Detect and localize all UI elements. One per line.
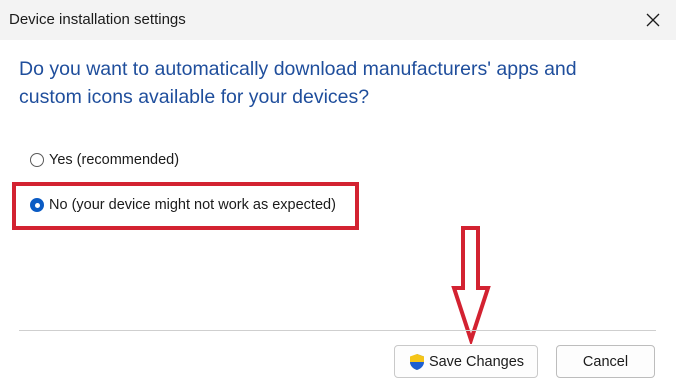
annotation-arrow-icon	[451, 226, 491, 344]
cancel-label: Cancel	[582, 353, 629, 370]
close-button[interactable]	[630, 0, 676, 40]
save-changes-button[interactable]: Save Changes	[394, 345, 538, 378]
footer-divider	[19, 330, 656, 331]
window-title: Device installation settings	[9, 11, 186, 28]
dialog-window: Device installation settings Do you want…	[0, 0, 676, 388]
dialog-question: Do you want to automatically download ma…	[19, 58, 577, 108]
title-bar: Device installation settings	[0, 0, 676, 40]
close-icon	[646, 13, 660, 27]
uac-shield-icon	[408, 353, 426, 371]
radio-yes[interactable]	[30, 153, 44, 167]
option-yes[interactable]: Yes (recommended)	[30, 150, 179, 170]
save-changes-label: Save Changes	[428, 353, 525, 370]
option-yes-label[interactable]: Yes (recommended)	[49, 152, 179, 168]
annotation-highlight-box	[12, 182, 359, 230]
cancel-button[interactable]: Cancel	[556, 345, 655, 378]
